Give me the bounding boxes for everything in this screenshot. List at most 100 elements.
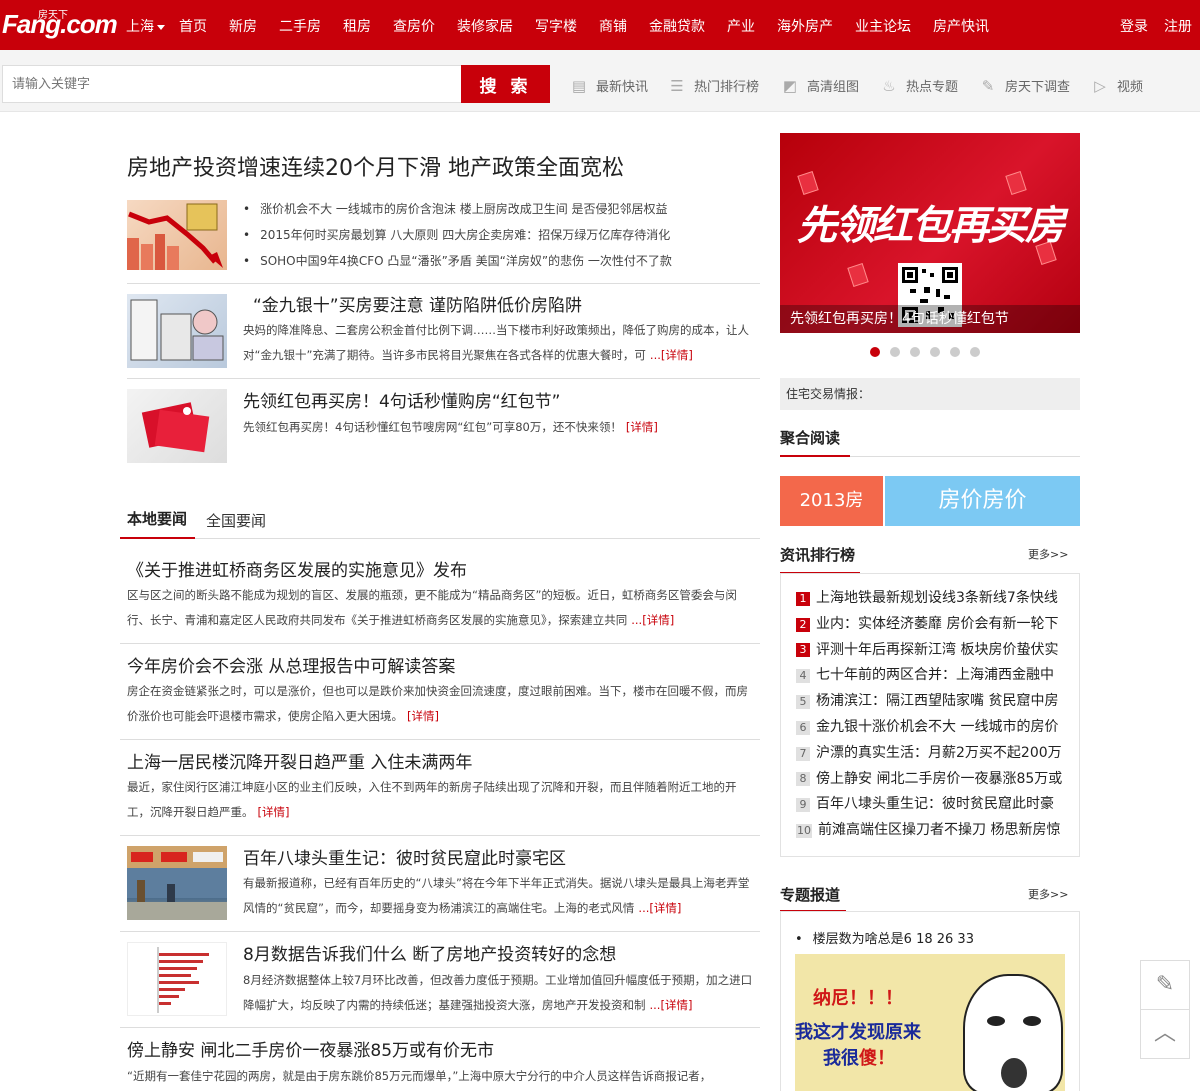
carousel-dot[interactable] [970,347,980,357]
carousel-dot[interactable] [950,347,960,357]
news-desc: 有最新报道称，已经有百年历史的“八埭头”将在今年下半年正式消失。据说八埭头是最具… [243,871,755,923]
ranking-more-link[interactable]: 更多>> [1028,546,1068,562]
nav-link-forum[interactable]: 业主论坛 [855,16,911,36]
trade-info-bar: 住宅交易情报： [780,378,1080,410]
ranking-item[interactable]: 10 前滩高端住区操刀者不操刀 杨思新房惊 [796,818,1062,844]
survey-icon: ✎ [981,76,995,95]
falling-chart-image [127,203,223,270]
nav-link-price-check[interactable]: 查房价 [393,16,435,36]
nav-link-decor[interactable]: 装修家居 [457,16,513,36]
news-desc: 8月经济数据整体上较7月环比改善，但改善力度低于预期。工业增加值回升幅度低于预期… [243,968,755,1020]
ranking-item[interactable]: 3 评测十年后再探新江湾 板块房价蛰伏实 [796,638,1062,664]
carousel-dot[interactable] [910,347,920,357]
promo-banner[interactable]: 先领红包再买房 先领红包再买房！4句话秒懂红包节 [780,133,1080,333]
feature-thumbnail[interactable] [127,294,227,368]
headline-bullet[interactable]: 涨价机会不大 一线城市的房价含泡沫 楼上厨房改成卫生间 是否侵犯邻居权益 [243,196,672,222]
nav-link-new-homes[interactable]: 新房 [229,16,257,36]
ranking-item[interactable]: 7 沪漂的真实生活：月薪2万买不起200万 [796,741,1062,767]
ranking-icon: ☰ [670,76,684,95]
news-thumbnail[interactable] [127,942,227,1016]
ranking-item[interactable]: 8 傍上静安 闸北二手房价一夜暴涨85万或 [796,767,1062,793]
tab-local-news[interactable]: 本地要闻 [127,508,187,529]
news-title[interactable]: 上海一居民楼沉降开裂日趋严重 入住未满两年 [127,748,472,773]
feature-thumbnail[interactable] [127,389,227,463]
ranking-item[interactable]: 4 七十年前的两区合并：上海浦西金融中 [796,663,1062,689]
quick-link-label: 房天下调查 [1005,80,1071,95]
quick-link-ranking[interactable]: ☰ 热门排行榜 [668,76,759,96]
feedback-edit-icon[interactable]: ✎ [1140,960,1190,1010]
details-link[interactable]: ...[详情] [650,998,693,1012]
rank-number: 2 [796,617,810,632]
quick-link-topics[interactable]: ♨ 热点专题 [880,76,958,96]
details-link[interactable]: ...[详情] [650,348,693,362]
news-title[interactable]: 今年房价会不会涨 从总理报告中可解读答案 [127,652,455,677]
news-title[interactable]: 8月数据告诉我们什么 断了房地产投资转好的念想 [243,940,616,965]
carousel-dot[interactable] [870,347,880,357]
fang-logo[interactable]: Fang.com 房天下 [2,6,120,44]
face-eye [1023,1016,1041,1026]
headline-bullet[interactable]: 2015年何时买房最划算 八大原则 四大房企卖房难：招保万绿万亿库存待消化 [243,222,672,248]
details-link[interactable]: [详情] [626,420,658,434]
feature-title[interactable]: 先领红包再买房！4句话秒懂购房“红包节” [243,387,560,412]
news-thumbnail[interactable] [127,846,227,920]
city-label: 上海 [126,19,154,35]
quick-link-gallery[interactable]: ◩ 高清组图 [781,76,859,96]
quick-link-video[interactable]: ▷ 视频 [1091,76,1143,96]
face-mouth [1001,1058,1027,1088]
ranking-item[interactable]: 1 上海地铁最新规划设线3条新线7条快线 [796,586,1062,612]
divider [120,739,760,740]
topics-more-link[interactable]: 更多>> [1028,886,1068,902]
details-link[interactable]: [详情] [407,709,439,723]
ranking-item[interactable]: 5 杨浦滨江：隔江西望陆家嘴 贫民窟中房 [796,689,1062,715]
register-link[interactable]: 注册 [1164,16,1192,36]
nav-link-resale[interactable]: 二手房 [279,16,321,36]
headline-thumbnail[interactable] [127,200,227,270]
nav-link-finance[interactable]: 金融贷款 [649,16,705,36]
tab-national-news[interactable]: 全国要闻 [206,510,266,531]
divider [127,378,760,379]
search-button[interactable]: 搜 索 [461,65,550,103]
section-title-topics: 专题报道 [780,886,841,904]
quick-link-latest[interactable]: ▤ 最新快讯 [570,76,648,96]
ranking-item[interactable]: 9 百年八埭头重生记：彼时贫民窟此时豪 [796,792,1062,818]
ranking-text: 上海地铁最新规划设线3条新线7条快线 [816,590,1058,606]
rank-number: 5 [796,695,810,710]
red-envelope-icon [847,263,869,287]
nav-link-rent[interactable]: 租房 [343,16,371,36]
topic-image[interactable]: 纳尼！！！ 我这才发现原来 我很傻！ [795,954,1065,1091]
feature-title[interactable]: “金九银十”买房要注意 谨防陷阱低价房陷阱 [253,291,582,316]
divider [120,1027,760,1028]
nav-link-shops[interactable]: 商铺 [599,16,627,36]
ranking-item[interactable]: 6 金九银十涨价机会不大 一线城市的房价 [796,715,1062,741]
headline-title[interactable]: 房地产投资增速连续20个月下滑 地产政策全面宽松 [127,150,624,182]
search-input[interactable] [2,65,462,103]
nav-link-office[interactable]: 写字楼 [535,16,577,36]
news-title[interactable]: 《关于推进虹桥商务区发展的实施意见》发布 [127,556,467,581]
topic-item[interactable]: 楼层数为啥总是6 18 26 33 [795,928,974,947]
divider [120,931,760,932]
divider [127,283,760,284]
details-link[interactable]: [详情] [258,805,290,819]
nav-link-industry[interactable]: 产业 [727,16,755,36]
nav-link-news[interactable]: 房产快讯 [933,16,989,36]
chart-icon: ◩ [782,76,798,95]
back-to-top-icon[interactable]: ︿ [1140,1009,1190,1059]
news-title[interactable]: 百年八埭头重生记：彼时贫民窟此时豪宅区 [243,844,566,869]
quick-link-survey[interactable]: ✎ 房天下调查 [979,76,1071,96]
headline-bullet[interactable]: SOHO中国9年4换CFO 凸显“潘张”矛盾 美国“洋房奴”的悲伤 一次性付不了… [243,248,672,274]
carousel-dot[interactable] [890,347,900,357]
news-title[interactable]: 傍上静安 闸北二手房价一夜暴涨85万或有价无市 [127,1036,494,1061]
rank-number: 6 [796,720,810,735]
reading-tile-price[interactable]: 房价房价 [885,476,1080,526]
nav-link-overseas[interactable]: 海外房产 [777,16,833,36]
topic-image-text-emphasis: 傻！ [859,1048,895,1069]
city-selector[interactable]: 上海 [126,16,165,36]
nav-link-home[interactable]: 首页 [179,16,207,36]
reading-tile-2013[interactable]: 2013房 [780,476,883,526]
details-link[interactable]: ...[详情] [631,613,674,627]
details-link[interactable]: ...[详情] [638,901,681,915]
carousel-dot[interactable] [930,347,940,357]
login-link[interactable]: 登录 [1120,16,1148,36]
ranking-item[interactable]: 2 业内：实体经济萎靡 房价会有新一轮下 [796,612,1062,638]
ranking-text: 百年八埭头重生记：彼时贫民窟此时豪 [816,796,1054,813]
